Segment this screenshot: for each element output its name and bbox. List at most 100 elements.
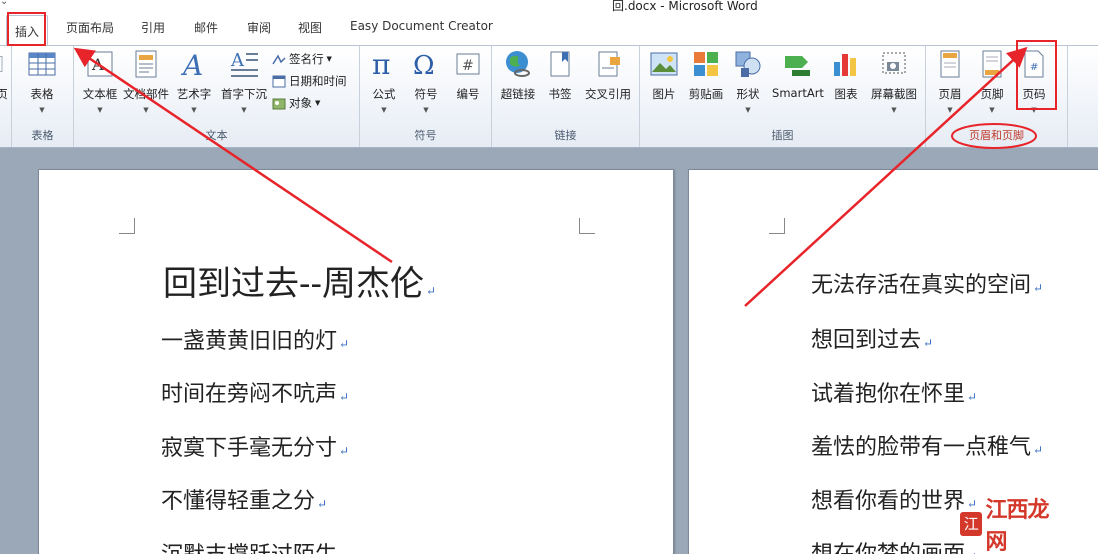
signature-line-icon xyxy=(272,54,286,65)
group-label-tables: 表格 xyxy=(31,129,54,142)
text-box-icon: A xyxy=(87,51,113,77)
group-symbols: π 公式 ▼ Ω 符号 ▼ # 编号 符号 xyxy=(360,46,492,147)
hyperlink-label: 超链接 xyxy=(500,87,536,101)
chart-icon xyxy=(834,54,856,76)
screenshot-label: 屏幕截图 xyxy=(871,87,917,101)
tab-references[interactable]: 引用 xyxy=(141,19,165,36)
screenshot-button[interactable]: 屏幕截图 ▼ xyxy=(866,48,922,114)
cross-reference-label: 交叉引用 xyxy=(585,87,631,101)
group-text: A 文本框 ▼ 文档部件 ▼ A 艺术字 ▼ A 首字下沉 ▼ 签名行 ▼ 日期和… xyxy=(74,46,360,147)
crop-mark xyxy=(579,218,595,234)
clip-art-icon xyxy=(694,52,718,76)
chevron-down-icon: ▼ xyxy=(989,106,995,114)
chevron-down-icon: ▼ xyxy=(947,106,953,114)
pi-icon: π xyxy=(372,48,390,80)
smartart-label: SmartArt xyxy=(772,86,824,100)
tab-review[interactable]: 审阅 xyxy=(247,19,271,36)
group-tables: 表格 ▼ 表格 xyxy=(12,46,74,147)
table-label: 表格 xyxy=(30,87,54,101)
watermark-seal: 江 xyxy=(960,512,983,536)
calendar-icon xyxy=(272,75,286,88)
smartart-icon xyxy=(785,56,810,76)
clip-art-label: 剪贴画 xyxy=(688,87,724,101)
cross-reference-button[interactable]: 交叉引用 xyxy=(582,48,634,102)
document-line[interactable]: 时间在旁闷不吭声 ↵ xyxy=(161,376,349,408)
word-art-icon: A xyxy=(180,49,203,80)
document-title[interactable]: 回到过去--周杰伦 ↵ xyxy=(163,256,436,305)
clip-art-button[interactable]: 剪贴画 xyxy=(686,48,726,102)
date-time-label: 日期和时间 xyxy=(289,74,347,88)
group-illustrations: 图片 剪贴画 形状 ▼ SmartArt 图表 屏幕截图 ▼ 插图 xyxy=(640,46,926,147)
footer-label: 页脚 xyxy=(980,87,1004,101)
cover-page-button[interactable]: 页 xyxy=(0,48,12,102)
drop-cap-button[interactable]: A 首字下沉 ▼ xyxy=(218,48,270,114)
svg-text:π: π xyxy=(372,48,390,80)
number-button[interactable]: # 编号 xyxy=(450,48,486,102)
page-left[interactable]: 回到过去--周杰伦 ↵ 一盏黄黄旧旧的灯 ↵ 时间在旁闷不吭声 ↵ 寂寞下手毫无分寸 ↵… xyxy=(38,169,674,554)
document-line[interactable]: 寂寞下手毫无分寸 ↵ xyxy=(161,430,349,462)
drop-cap-icon: A xyxy=(230,50,258,77)
chevron-down-icon: ▼ xyxy=(381,106,387,114)
chevron-down-icon: ▼ xyxy=(191,106,197,114)
object-icon xyxy=(272,98,286,110)
document-line[interactable]: 想看你看的世界 ↵ xyxy=(811,483,977,515)
symbol-button[interactable]: Ω 符号 ▼ xyxy=(408,48,444,114)
document-area[interactable]: 回到过去--周杰伦 ↵ 一盏黄黄旧旧的灯 ↵ 时间在旁闷不吭声 ↵ 寂寞下手毫无分寸 ↵… xyxy=(0,149,1098,554)
document-line[interactable]: 想回到过去 ↵ xyxy=(811,322,933,354)
picture-label: 图片 xyxy=(652,87,676,101)
signature-line-label: 签名行 xyxy=(289,52,324,66)
highlight-insert-tab xyxy=(7,12,46,46)
shapes-button[interactable]: 形状 ▼ xyxy=(728,48,768,114)
tab-page-layout[interactable]: 页面布局 xyxy=(66,19,114,36)
crop-mark xyxy=(119,218,135,234)
equation-button[interactable]: π 公式 ▼ xyxy=(366,48,402,114)
hyperlink-button[interactable]: 超链接 xyxy=(498,48,538,102)
bookmark-button[interactable]: 书签 xyxy=(542,48,578,102)
quick-parts-button[interactable]: 文档部件 ▼ xyxy=(122,48,170,114)
chevron-down-icon: ▼ xyxy=(745,106,751,114)
window-title: 回.docx - Microsoft Word xyxy=(612,0,758,12)
smartart-button[interactable]: SmartArt xyxy=(770,48,826,100)
chevron-down-icon: ▼ xyxy=(315,99,321,107)
word-art-button[interactable]: A 艺术字 ▼ xyxy=(172,48,216,114)
table-button[interactable]: 表格 ▼ xyxy=(22,48,62,114)
document-line[interactable]: 想在你梦的画面↵ xyxy=(811,536,977,554)
document-line[interactable]: 试着抱你在怀里 ↵ xyxy=(811,376,977,408)
document-line[interactable]: 一盏黄黄旧旧的灯 ↵ xyxy=(161,323,349,355)
svg-text:A: A xyxy=(180,49,203,80)
text-box-button[interactable]: A 文本框 ▼ xyxy=(78,48,122,114)
chevron-down-icon: ▼ xyxy=(423,106,429,114)
signature-line-button[interactable]: 签名行 ▼ xyxy=(272,51,332,67)
footer-button[interactable]: 页脚 ▼ xyxy=(974,48,1010,114)
quick-parts-icon xyxy=(135,50,157,78)
header-label: 页眉 xyxy=(938,87,962,101)
bookmark-label: 书签 xyxy=(548,87,572,101)
object-button[interactable]: 对象 ▼ xyxy=(272,95,320,111)
tab-easy-document-creator[interactable]: Easy Document Creator xyxy=(350,19,493,33)
chevron-down-icon: ▼ xyxy=(143,106,149,114)
picture-button[interactable]: 图片 xyxy=(644,48,684,102)
quick-access-corner[interactable]: ⌄ xyxy=(0,0,8,7)
document-line[interactable]: 不懂得轻重之分 ↵ xyxy=(161,483,327,515)
quick-parts-label: 文档部件 xyxy=(123,87,169,101)
number-label: 编号 xyxy=(456,87,480,101)
group-label-symbols: 符号 xyxy=(414,129,437,142)
chart-button[interactable]: 图表 xyxy=(828,48,864,102)
screenshot-icon xyxy=(882,52,906,74)
globe-icon xyxy=(506,51,530,77)
equation-label: 公式 xyxy=(372,87,396,101)
document-line[interactable]: 沉默支撑跃过陌生↵ xyxy=(161,537,349,554)
document-line[interactable]: 无法存活在真实的空间 ↵ xyxy=(811,267,1043,299)
watermark-text: 江西龙网 xyxy=(985,497,1049,554)
chart-label: 图表 xyxy=(834,87,858,101)
object-label: 对象 xyxy=(289,96,312,110)
header-button[interactable]: 页眉 ▼ xyxy=(932,48,968,114)
tab-view[interactable]: 视图 xyxy=(298,19,322,36)
document-line[interactable]: 羞怯的脸带有一点稚气 ↵ xyxy=(811,429,1043,461)
chevron-down-icon: ▼ xyxy=(39,106,45,114)
tab-mailings[interactable]: 邮件 xyxy=(194,19,218,36)
chevron-down-icon: ▼ xyxy=(891,106,897,114)
page-icon xyxy=(0,56,3,72)
date-time-button[interactable]: 日期和时间 xyxy=(272,73,347,89)
svg-text:Ω: Ω xyxy=(413,51,435,80)
